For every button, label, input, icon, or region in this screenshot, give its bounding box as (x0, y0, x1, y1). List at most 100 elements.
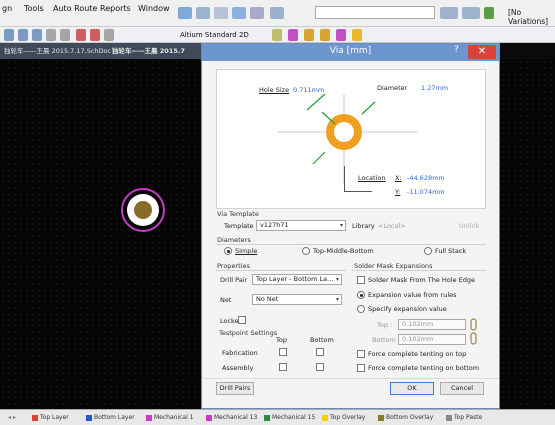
pcb-via-graphic (121, 188, 165, 232)
home-icon[interactable] (484, 7, 494, 19)
dialog-title-bar[interactable]: Via [mm] ? ✕ (202, 44, 499, 61)
via-template-group-label: Via Template (217, 210, 259, 218)
print-icon[interactable] (32, 29, 42, 41)
force-tenting-bottom-label[interactable]: Force complete tenting on bottom (368, 364, 479, 372)
specify-expansion-radio[interactable] (357, 305, 365, 313)
layer-color-swatch (206, 414, 212, 421)
diameters-group-label: Diameters (217, 236, 251, 244)
fabrication-bottom-checkbox[interactable] (316, 348, 324, 356)
x-value[interactable]: -44.628mm (407, 174, 445, 182)
drill-pairs-button[interactable]: Drill Pairs (216, 382, 254, 395)
top-middle-bottom-radio[interactable] (302, 247, 310, 255)
layer-name: Mechanical 15 (272, 414, 316, 421)
hole-size-value[interactable]: 0.711mm (293, 86, 324, 94)
fabrication-top-checkbox[interactable] (279, 348, 287, 356)
simple-radio-label[interactable]: Simple (235, 247, 257, 255)
save-icon[interactable] (18, 29, 28, 41)
locked-checkbox[interactable] (238, 316, 246, 324)
nav-back-icon[interactable] (440, 7, 458, 19)
top-middle-bottom-label[interactable]: Top-Middle-Bottom (313, 247, 374, 255)
fill-icon[interactable] (250, 7, 264, 19)
layer-tabs-bar: ◂ ▸ Top Layer Bottom Layer Mechanical 1 … (0, 409, 555, 425)
pad-icon[interactable] (214, 7, 228, 19)
place-pad-icon[interactable] (320, 29, 330, 41)
menu-tools[interactable]: Tools (24, 4, 44, 13)
pcb-canvas[interactable] (0, 59, 205, 409)
bottom-expansion-input[interactable]: 0.102mm (398, 334, 466, 345)
solder-mask-group-label: Solder Mask Expansions (354, 262, 433, 270)
top-expansion-label: Top : (377, 321, 393, 329)
layer-name: Top Overlay (330, 414, 366, 421)
arc-icon[interactable] (288, 29, 298, 41)
layer-color-swatch (146, 414, 152, 421)
via-icon[interactable] (232, 7, 246, 19)
force-tenting-bottom-checkbox[interactable] (357, 364, 365, 372)
route-icon[interactable] (178, 7, 192, 19)
layer-tab-top[interactable]: Top Layer (32, 411, 69, 425)
menu-reports[interactable]: Reports (100, 4, 131, 13)
top-expansion-input[interactable]: 0.102mm (398, 319, 466, 330)
layer-scroll-left-icon[interactable]: ◂ ▸ (8, 411, 16, 425)
testpoint-top-header: Top (276, 336, 287, 344)
layer-tab-mech1[interactable]: Mechanical 1 (146, 411, 193, 425)
via-dialog: Via [mm] ? ✕ Hole Size 0.711mm Diameter … (201, 43, 500, 409)
net-combo[interactable]: No Net ▾ (252, 294, 342, 305)
diameter-value[interactable]: 1.27mm (421, 84, 448, 92)
template-combo[interactable]: v127h71 ▾ (256, 220, 346, 231)
layer-tab-mech15[interactable]: Mechanical 15 (264, 411, 315, 425)
assembly-bottom-checkbox[interactable] (316, 363, 324, 371)
unlink-button[interactable]: Unlink (459, 222, 479, 230)
variations-label[interactable]: [No Variations] (508, 8, 555, 26)
zoom-icon[interactable] (104, 29, 114, 41)
layer-color-swatch (378, 414, 384, 421)
grid-icon[interactable] (270, 7, 284, 19)
layer-tab-bottom[interactable]: Bottom Layer (86, 411, 135, 425)
layer-tab-top-paste[interactable]: Top Paste (446, 411, 482, 425)
menu-window[interactable]: Window (138, 4, 170, 13)
template-label: Template (224, 222, 254, 230)
via-diagram (277, 94, 417, 184)
force-tenting-top-checkbox[interactable] (357, 350, 365, 358)
redo-icon[interactable] (90, 29, 100, 41)
pcb-canvas-right[interactable] (500, 59, 555, 409)
undo-icon[interactable] (76, 29, 86, 41)
layer-tab-bottom-overlay[interactable]: Bottom Overlay (378, 411, 433, 425)
net-icon[interactable] (196, 7, 210, 19)
menu-auto-route[interactable]: Auto Route (53, 4, 97, 13)
interactive-route-icon[interactable] (272, 29, 282, 41)
select-icon[interactable] (46, 29, 56, 41)
cancel-button[interactable]: Cancel (440, 382, 484, 395)
filter-combo[interactable] (315, 6, 435, 19)
ok-button[interactable]: OK (390, 382, 434, 395)
help-button[interactable]: ? (454, 45, 459, 55)
place-via-icon[interactable] (304, 29, 314, 41)
solder-mask-hole-edge-label[interactable]: Solder Mask From The Hole Edge (368, 276, 475, 284)
expansion-from-rules-label[interactable]: Expansion value from rules (368, 291, 457, 299)
component-icon[interactable] (352, 29, 362, 41)
full-stack-radio[interactable] (424, 247, 432, 255)
assembly-top-checkbox[interactable] (279, 363, 287, 371)
specify-expansion-label[interactable]: Specify expansion value (368, 305, 447, 313)
drill-pair-combo[interactable]: Top Layer - Bottom La... ▾ (252, 274, 342, 285)
net-value: No Net (256, 295, 279, 303)
force-tenting-top-label[interactable]: Force complete tenting on top (368, 350, 466, 358)
tab-schdoc[interactable]: 独轮车——王晨 2015.7.17.SchDoc (4, 45, 111, 57)
secondary-toolbar: Altium Standard 2D (0, 27, 555, 43)
tab-pcbdoc[interactable]: 独轮车——王晨 2015.7 (112, 45, 185, 57)
polygon-icon[interactable] (336, 29, 346, 41)
layer-tab-top-overlay[interactable]: Top Overlay (322, 411, 365, 425)
layer-name: Top Layer (40, 414, 69, 421)
expansion-from-rules-radio[interactable] (357, 291, 365, 299)
nav-forward-icon[interactable] (462, 7, 480, 19)
view-mode-combo[interactable]: Altium Standard 2D (180, 29, 260, 41)
simple-radio[interactable] (224, 247, 232, 255)
solder-mask-hole-edge-checkbox[interactable] (357, 276, 365, 284)
layer-tab-mech13[interactable]: Mechanical 13 (206, 411, 257, 425)
move-icon[interactable] (60, 29, 70, 41)
y-value[interactable]: -11.074mm (407, 188, 445, 196)
link-icon[interactable] (470, 318, 478, 346)
full-stack-label[interactable]: Full Stack (435, 247, 466, 255)
open-icon[interactable] (4, 29, 14, 41)
close-button[interactable]: ✕ (468, 45, 496, 59)
menu-partial[interactable]: gn (2, 4, 12, 13)
